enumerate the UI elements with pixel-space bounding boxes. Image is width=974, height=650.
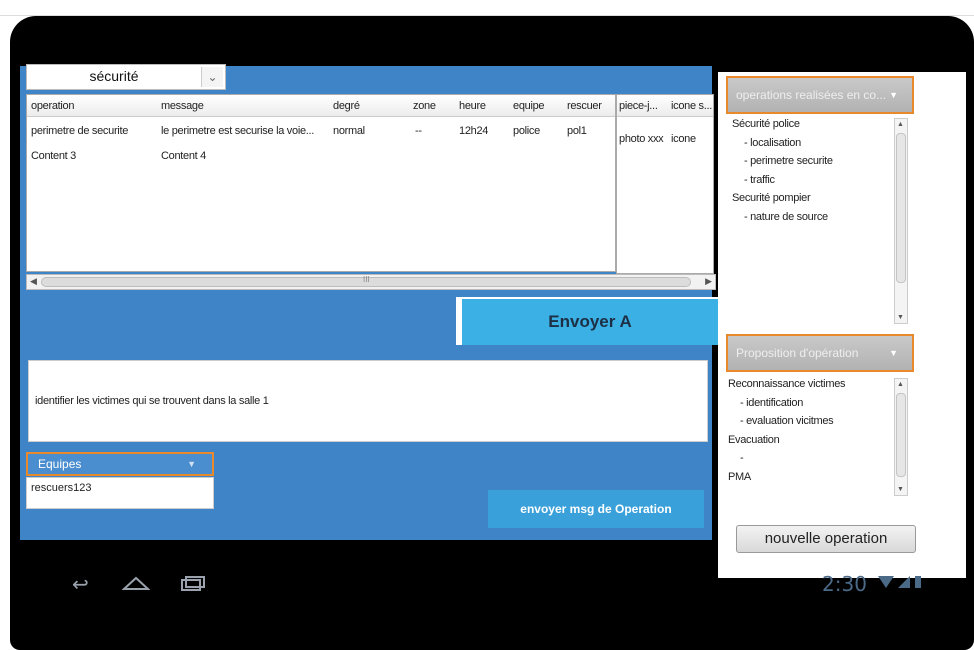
status-clock: 2:30 <box>822 572 867 596</box>
wifi-signal-battery-icon <box>878 576 921 588</box>
proposals-select-label: Proposition d'opération <box>736 346 859 360</box>
scrollbar-thumb[interactable] <box>896 393 906 477</box>
triangle-down-icon: ▼ <box>889 90 898 100</box>
tree-item[interactable]: Evacuation <box>728 434 845 453</box>
col-header-degre[interactable]: degré <box>333 100 360 112</box>
send-a-button[interactable]: Envoyer A <box>456 297 718 345</box>
operations-done-tree: Sécurité police - localisation - perimet… <box>732 118 833 229</box>
cell-equipe: police <box>513 125 540 137</box>
cell-piece-jointe: photo xxx <box>619 133 664 145</box>
tree-item[interactable]: Securité pompier <box>732 192 833 211</box>
cell-message: Content 4 <box>161 150 207 162</box>
tree-item[interactable]: PMA <box>728 471 845 490</box>
tree-item[interactable]: - localisation <box>732 137 833 156</box>
cell-degre: normal <box>333 125 365 137</box>
recent-apps-icon[interactable] <box>180 574 206 597</box>
tree-item[interactable]: Reconnaissance victimes <box>728 378 846 397</box>
cell-rescuer: pol1 <box>567 125 587 137</box>
col-header-icone[interactable]: icone s... <box>671 100 712 112</box>
status-icons <box>878 574 924 594</box>
window-top-edge <box>0 0 974 16</box>
tree-item[interactable]: - nature de source <box>732 211 833 230</box>
list-item[interactable]: rescuers123 <box>31 482 213 494</box>
col-header-operation[interactable]: operation <box>31 100 74 112</box>
equipes-select-label: Equipes <box>38 457 82 471</box>
security-select[interactable]: sécurité ⌄ <box>26 64 226 90</box>
new-operation-button[interactable]: nouvelle operation <box>736 525 916 553</box>
triangle-down-icon: ▼ <box>187 459 196 469</box>
cell-message: le perimetre est securise la voie... <box>161 125 315 137</box>
tree-item[interactable]: - identification <box>728 397 845 416</box>
operations-done-select[interactable]: operations realisées en co... ▼ <box>726 76 914 114</box>
cell-operation: Content 3 <box>31 150 77 162</box>
proposals-select[interactable]: Proposition d'opération ▼ <box>726 334 914 372</box>
scroll-left-icon[interactable]: ◀ <box>30 276 37 287</box>
cell-icone: icone <box>671 133 696 145</box>
security-select-value: sécurité <box>89 68 139 84</box>
col-header-zone[interactable]: zone <box>413 100 436 112</box>
triangle-down-icon: ▼ <box>889 348 898 358</box>
send-operation-message-button[interactable]: envoyer msg de Operation <box>488 490 704 528</box>
message-textarea[interactable]: identifier les victimes qui se trouvent … <box>28 360 708 442</box>
scroll-up-icon[interactable]: ▲ <box>897 121 904 128</box>
col-header-rescuer[interactable]: rescuer <box>567 100 602 112</box>
tree-item[interactable]: - traffic <box>732 174 833 193</box>
proposals-tree: Reconnaissance victimes - identification… <box>728 378 846 490</box>
table-header: operation message degré zone heure equip… <box>27 95 615 117</box>
scroll-down-icon[interactable]: ▼ <box>897 314 904 321</box>
col-header-piece-jointe[interactable]: piece-j... <box>619 100 658 112</box>
scroll-up-icon[interactable]: ▲ <box>897 381 904 388</box>
operations-done-scrollbar[interactable]: ▲ ▼ <box>894 118 908 324</box>
col-header-message[interactable]: message <box>161 100 204 112</box>
cell-heure: 12h24 <box>459 125 489 137</box>
chevron-down-icon[interactable]: ⌄ <box>201 67 223 87</box>
col-header-equipe[interactable]: equipe <box>513 100 545 112</box>
cell-operation: perimetre de securite <box>31 125 129 137</box>
table-header-extra: piece-j... icone s... <box>617 95 713 117</box>
col-header-heure[interactable]: heure <box>459 100 486 112</box>
scrollbar-thumb[interactable] <box>896 133 906 283</box>
tree-item[interactable]: Sécurité police <box>732 118 833 137</box>
equipes-select[interactable]: Equipes ▼ <box>26 452 214 476</box>
scroll-down-icon[interactable]: ▼ <box>897 486 904 493</box>
table-horizontal-scrollbar[interactable]: ◀ III ▶ <box>26 274 716 290</box>
cell-zone: -- <box>415 125 422 137</box>
home-icon[interactable] <box>121 574 151 597</box>
operations-table: operation message degré zone heure equip… <box>26 94 616 272</box>
tree-item[interactable]: - <box>728 452 845 471</box>
scrollbar-grip: III <box>363 275 370 284</box>
proposals-scrollbar[interactable]: ▲ ▼ <box>894 378 908 496</box>
tree-item[interactable]: - perimetre securite <box>732 155 833 174</box>
table-extra-columns: piece-j... icone s... photo xxx icone <box>616 94 714 274</box>
back-icon[interactable]: ↩ <box>72 572 89 597</box>
equipes-list: rescuers123 <box>26 477 214 509</box>
scroll-right-icon[interactable]: ▶ <box>705 276 712 287</box>
tree-item[interactable]: - evaluation vicitmes <box>728 415 845 434</box>
operations-done-select-label: operations realisées en co... <box>736 88 886 102</box>
